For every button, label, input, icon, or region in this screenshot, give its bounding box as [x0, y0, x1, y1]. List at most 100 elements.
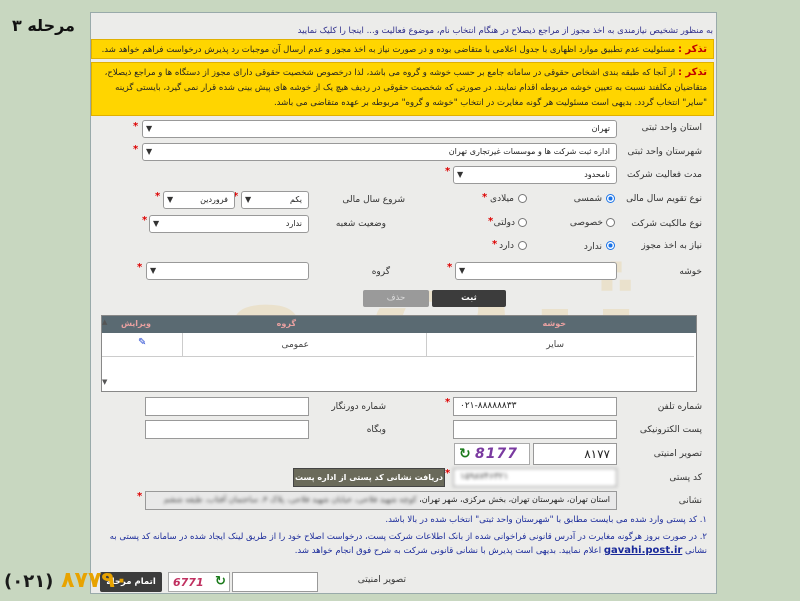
address-label: نشانی: [678, 496, 702, 506]
required-mark: *: [482, 192, 488, 203]
chevron-down-icon: ▼: [146, 147, 153, 156]
chevron-down-icon: ▼: [153, 219, 160, 228]
fiscal-month-value: فروردین: [200, 195, 228, 204]
register-button[interactable]: ثبت: [432, 290, 506, 307]
group-select[interactable]: ▼: [146, 262, 309, 280]
required-mark: *: [137, 491, 143, 502]
license-none-radio[interactable]: [606, 241, 615, 250]
table-row[interactable]: سایر عمومی ✎: [102, 333, 694, 357]
footer-phone: (۰۲۱) ۸۷۷۹۰: [4, 568, 128, 593]
scroll-down-icon[interactable]: ▼: [102, 378, 107, 386]
website-input[interactable]: [145, 420, 309, 439]
calendar-gregorian-label: میلادی: [490, 194, 514, 204]
ownership-private-radio[interactable]: [606, 218, 615, 227]
captcha-image: ↻ 8177: [454, 443, 530, 465]
scroll-up-icon[interactable]: ▲: [102, 318, 107, 326]
warning-1-title: تذکر :: [677, 44, 707, 55]
province-label: استان واحد ثبتی: [641, 123, 702, 133]
captcha2-input[interactable]: [232, 572, 318, 592]
required-mark: *: [447, 262, 453, 273]
ownership-state-radio[interactable]: [518, 218, 527, 227]
captcha-text: 8177: [475, 446, 518, 462]
row-cluster: سایر: [546, 340, 564, 350]
warning-2: تذکر : از آنجا که طبقه بندی اشخاص حقوقی …: [91, 62, 714, 116]
required-mark: *: [492, 239, 498, 250]
footer-phone-number: ۸۷۷۹۰: [61, 568, 129, 593]
address-value: استان تهران، شهرستان تهران، بخش مرکزی، ش…: [419, 495, 610, 504]
city-select[interactable]: ▼ اداره ثبت شرکت ها و موسسات غیرتجاری ته…: [142, 143, 617, 161]
warning-1-text: مسئولیت عدم تطبیق موارد اظهاری با جدول ا…: [101, 45, 676, 55]
license-has-radio[interactable]: [518, 241, 527, 250]
footer-phone-code: (۰۲۱): [4, 571, 54, 592]
edit-icon[interactable]: ✎: [138, 337, 146, 348]
gavahi-link[interactable]: gavahi.post.ir: [604, 545, 682, 556]
email-input[interactable]: [453, 420, 617, 439]
fiscal-day-select[interactable]: ▼ یکم: [241, 191, 309, 209]
warning-2-text: از آنجا که طبقه بندی اشخاص حقوقی در ساما…: [104, 68, 707, 108]
license-hint: به منظور تشخیص نیازمندی به اخذ مجوز از م…: [92, 26, 713, 36]
warning-2-title: تذکر :: [677, 67, 707, 78]
branch-select[interactable]: ▼ ندارد: [149, 215, 309, 233]
postal-input[interactable]: ۱۵۹۸۷۴۶۳۲۱: [453, 468, 617, 487]
warning-1: تذکر : مسئولیت عدم تطبیق موارد اظهاری با…: [91, 39, 714, 59]
row-group: عمومی: [281, 340, 309, 350]
postal-lookup-button[interactable]: دریافت نشانی کد پستی از اداره پست: [293, 468, 445, 487]
email-label: پست الکترونیکی: [639, 425, 702, 435]
footnote-2-tail: اعلام نمایید. بدیهی است پذیرش با نشانی ق…: [294, 546, 602, 556]
chevron-down-icon: ▼: [150, 266, 157, 275]
duration-value: نامحدود: [584, 170, 610, 179]
footnote-1: ۱. کد پستی وارد شده می بایست مطابق با "ش…: [385, 515, 707, 525]
required-mark: *: [445, 397, 451, 408]
required-mark: *: [155, 191, 161, 202]
ownership-label: نوع مالکیت شرکت: [631, 219, 702, 229]
address-input: استان تهران، شهرستان تهران، بخش مرکزی، ش…: [145, 491, 617, 510]
address-blurred: کوچه شهید فلاحی، خیابان شهید فلاحی، پلاک…: [163, 495, 417, 504]
header-cluster: خوشه: [542, 319, 567, 328]
delete-button[interactable]: حذف: [363, 290, 429, 307]
table-header: خوشه گروه ویرایش: [102, 316, 696, 333]
required-mark: *: [445, 166, 451, 177]
branch-label: وضعیت شعبه: [335, 219, 386, 229]
required-mark: *: [137, 262, 143, 273]
city-value: اداره ثبت شرکت ها و موسسات غیرتجاری تهرا…: [448, 147, 610, 156]
license-has-label: دارد: [499, 241, 514, 251]
license-none-label: ندارد: [583, 242, 602, 252]
group-label: گروه: [371, 267, 390, 277]
license-label: نیاز به اخذ مجوز: [641, 241, 702, 251]
website-label: وبگاه: [366, 425, 386, 435]
cluster-label: خوشه: [679, 267, 702, 277]
fax-label: شماره دورنگار: [331, 402, 386, 412]
fiscal-start-label: شروع سال مالی: [342, 195, 405, 205]
cluster-table: خوشه گروه ویرایش سایر عمومی ✎ ▲ ▼: [101, 315, 697, 392]
required-mark: *: [142, 215, 148, 226]
calendar-gregorian-radio[interactable]: [518, 194, 527, 203]
phone-label: شماره تلفن: [657, 402, 702, 412]
stage-label: مرحله ۳: [12, 16, 75, 35]
chevron-down-icon: ▼: [167, 195, 174, 204]
footnote-2: ۲. در صورت بروز هرگونه مغایرت در آدرس قا…: [100, 530, 707, 558]
fiscal-month-select[interactable]: ▼ فروردین: [163, 191, 235, 209]
fax-input[interactable]: [145, 397, 309, 416]
calendar-solar-radio[interactable]: [606, 194, 615, 203]
chevron-down-icon: ▼: [245, 195, 252, 204]
captcha2-label: تصویر امنیتی: [357, 575, 406, 585]
captcha-input[interactable]: ۸۱۷۷: [533, 443, 617, 465]
captcha2-text: 6771: [173, 576, 204, 589]
required-mark: *: [488, 216, 494, 227]
phone-input[interactable]: ۰۲۱-۸۸۸۸۸۸۳۳: [453, 397, 617, 416]
calendar-label: نوع تقویم سال مالی: [626, 194, 702, 204]
refresh-icon[interactable]: ↻: [459, 446, 471, 462]
cluster-select[interactable]: ▼: [455, 262, 617, 280]
calendar-solar-label: شمسی: [573, 194, 602, 204]
branch-value: ندارد: [285, 219, 302, 228]
required-mark: *: [133, 121, 139, 132]
required-mark: *: [133, 144, 139, 155]
refresh-icon[interactable]: ↻: [215, 574, 226, 589]
captcha2-image: ↻ 6771: [168, 572, 230, 592]
fiscal-day-value: یکم: [290, 195, 302, 204]
required-mark: *: [445, 468, 451, 479]
province-select[interactable]: ▼ تهران: [142, 120, 617, 138]
duration-select[interactable]: ▼ نامحدود: [453, 166, 617, 184]
ownership-private-label: خصوصی: [569, 218, 603, 228]
postal-label: کد پستی: [669, 473, 702, 483]
